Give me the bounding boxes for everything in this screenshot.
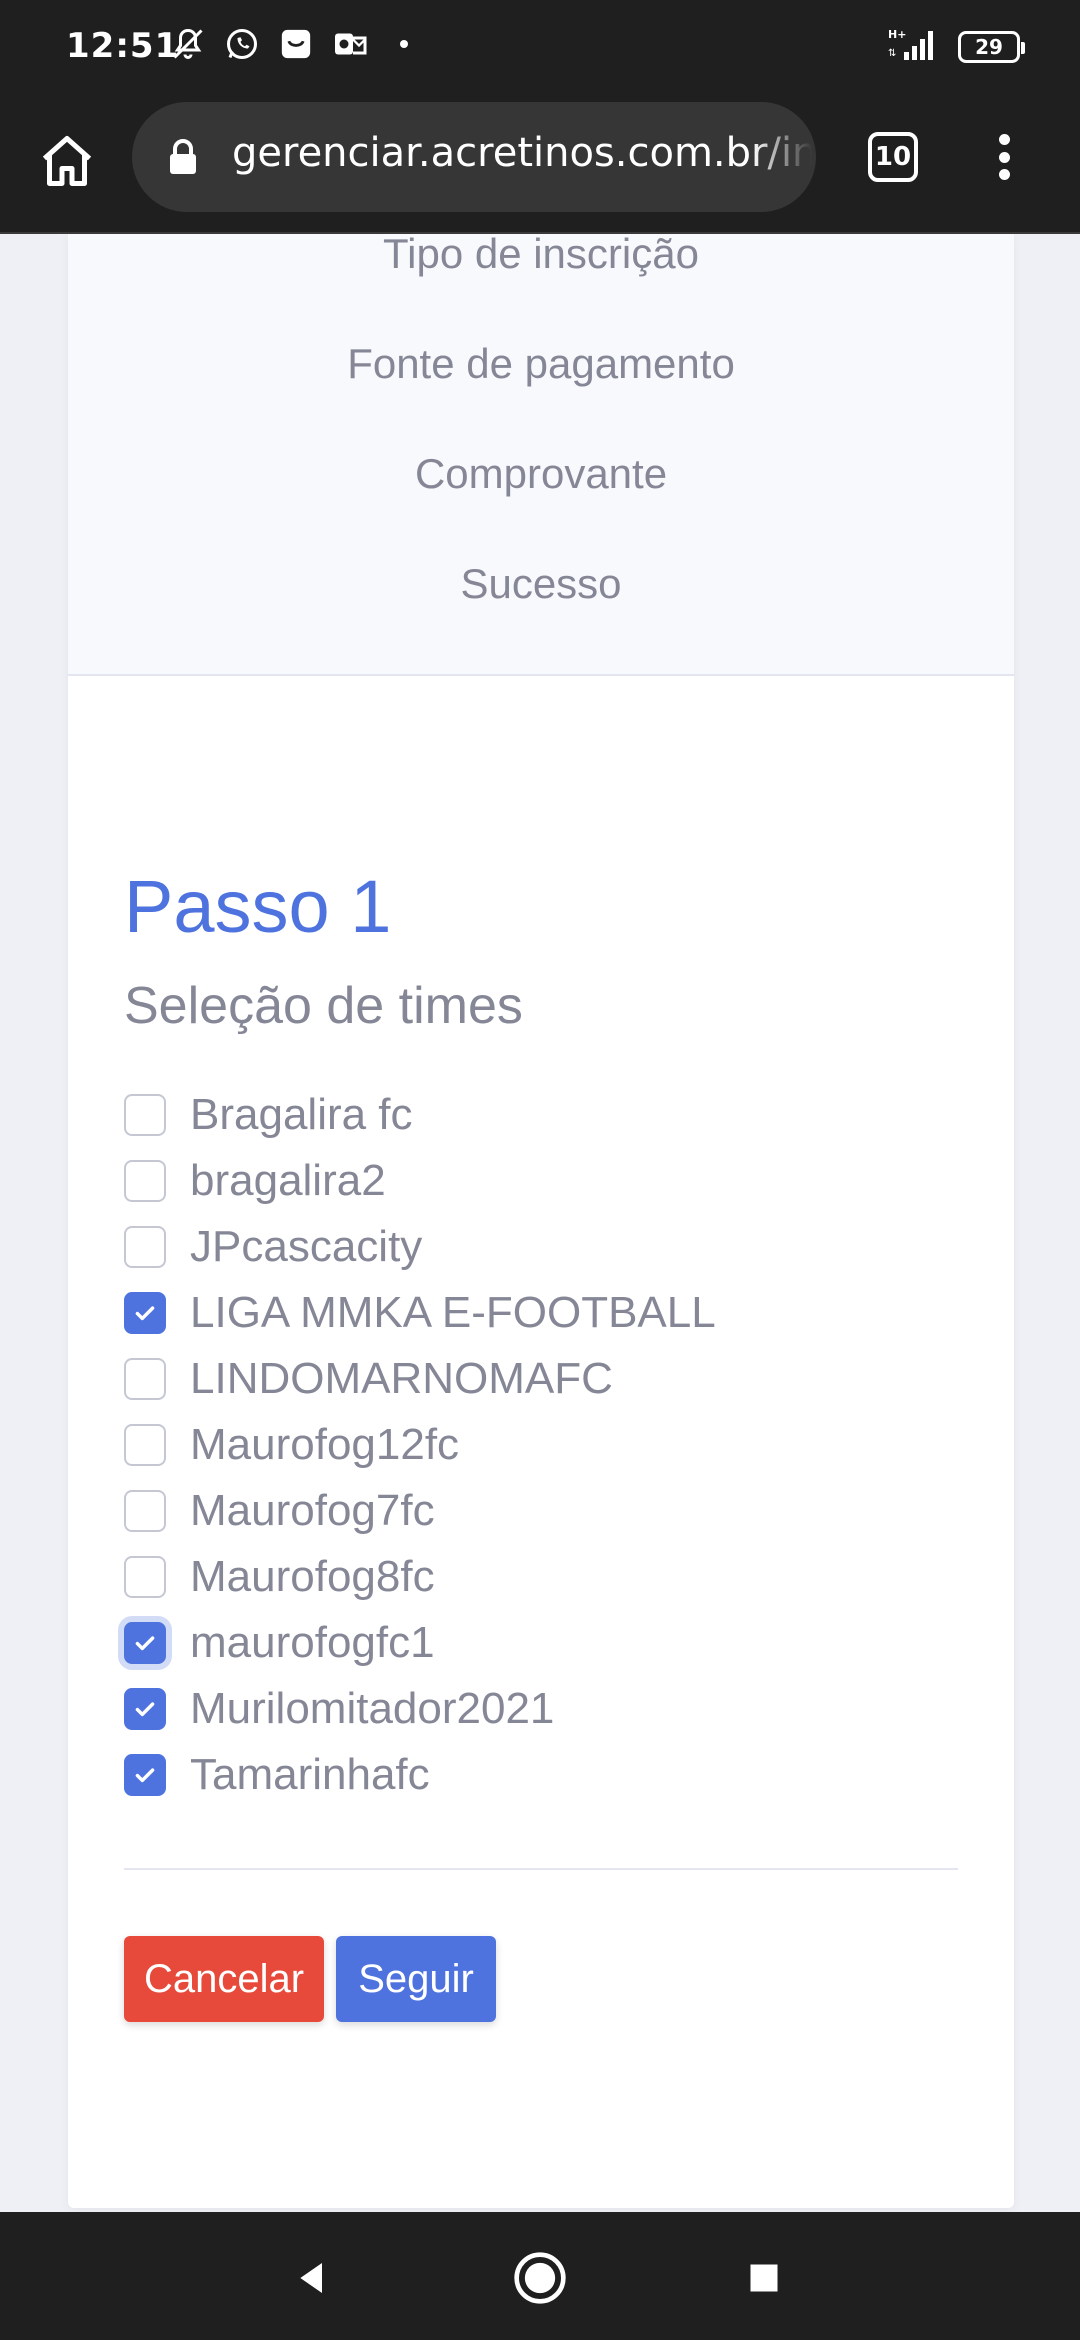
team-checkbox[interactable] <box>124 1160 166 1202</box>
web-page: Tipo de inscrição Fonte de pagamento Com… <box>0 234 1080 2212</box>
team-label[interactable]: Murilomitador2021 <box>190 1684 554 1734</box>
team-label[interactable]: Maurofog7fc <box>190 1486 435 1536</box>
team-label[interactable]: LIGA MMKA E-FOOTBALL <box>190 1288 716 1338</box>
team-checkbox-row[interactable]: LINDOMARNOMAFC <box>124 1346 944 1412</box>
menu-dot-icon <box>998 134 1010 145</box>
address-bar[interactable]: gerenciar.acretinos.com.br/in <box>132 102 816 212</box>
dot-icon <box>384 24 424 64</box>
team-checkbox[interactable] <box>124 1094 166 1136</box>
back-button[interactable] <box>284 2250 340 2306</box>
team-label[interactable]: JPcascacity <box>190 1222 422 1272</box>
team-checkbox-row[interactable]: Maurofog7fc <box>124 1478 944 1544</box>
step-item-sucesso[interactable]: Sucesso <box>68 560 1014 608</box>
team-checkbox[interactable] <box>124 1226 166 1268</box>
step-title: Passo 1 <box>124 865 392 948</box>
divider <box>124 1868 958 1870</box>
team-checkbox[interactable] <box>124 1424 166 1466</box>
check-icon <box>135 1768 155 1783</box>
team-checkbox[interactable] <box>124 1490 166 1532</box>
battery-icon: 29 <box>958 30 1025 63</box>
back-icon <box>300 2263 322 2293</box>
shopping-icon <box>276 24 316 64</box>
team-checkbox-row[interactable]: Maurofog8fc <box>124 1544 944 1610</box>
outlook-icon <box>330 24 370 64</box>
step-item-comprovante[interactable]: Comprovante <box>68 450 1014 498</box>
status-bar: 12:51 H+ ⇅ 29 <box>0 0 1080 98</box>
cancel-button[interactable]: Cancelar <box>124 1936 324 2022</box>
team-checkbox-row[interactable]: JPcascacity <box>124 1214 944 1280</box>
check-icon <box>135 1306 155 1321</box>
tab-switcher-button[interactable]: 10 <box>868 132 918 182</box>
team-label[interactable]: Tamarinhafc <box>190 1750 430 1800</box>
team-label[interactable]: Bragalira fc <box>190 1090 413 1140</box>
svg-text:⇅: ⇅ <box>888 48 896 59</box>
team-label[interactable]: maurofogfc1 <box>190 1618 435 1668</box>
step-list: Tipo de inscrição Fonte de pagamento Com… <box>68 234 1014 676</box>
home-circle-icon <box>514 2252 566 2304</box>
team-label[interactable]: bragalira2 <box>190 1156 386 1206</box>
next-button[interactable]: Seguir <box>336 1936 496 2022</box>
lock-icon <box>170 139 196 174</box>
team-checkbox-row[interactable]: LIGA MMKA E-FOOTBALL <box>124 1280 944 1346</box>
status-time: 12:51 <box>66 26 180 66</box>
team-checkbox-row[interactable]: Maurofog12fc <box>124 1412 944 1478</box>
team-checkbox[interactable] <box>124 1754 166 1796</box>
team-checkbox[interactable] <box>124 1292 166 1334</box>
home-icon <box>42 136 92 186</box>
menu-dot-icon <box>998 151 1010 163</box>
signal-icon: H+ ⇅ <box>886 26 944 67</box>
step-item-tipo-inscricao[interactable]: Tipo de inscrição <box>68 234 1014 278</box>
team-checkbox-row[interactable]: Tamarinhafc <box>124 1742 944 1808</box>
team-checkbox[interactable] <box>124 1688 166 1730</box>
team-checkbox[interactable] <box>124 1556 166 1598</box>
recents-icon <box>750 2264 778 2292</box>
team-checkbox-row[interactable]: Murilomitador2021 <box>124 1676 944 1742</box>
home-button[interactable] <box>34 128 100 194</box>
menu-dot-icon <box>998 169 1010 180</box>
mute-icon <box>168 24 208 64</box>
check-icon <box>135 1702 155 1717</box>
home-nav-button[interactable] <box>512 2250 568 2306</box>
svg-text:H+: H+ <box>888 28 906 41</box>
step-item-fonte-pagamento[interactable]: Fonte de pagamento <box>68 340 1014 388</box>
team-label[interactable]: LINDOMARNOMAFC <box>190 1354 613 1404</box>
team-checkbox-row[interactable]: bragalira2 <box>124 1148 944 1214</box>
check-icon <box>135 1636 155 1651</box>
whatsapp-icon <box>222 24 262 64</box>
recents-button[interactable] <box>736 2250 792 2306</box>
team-checkbox-row[interactable]: maurofogfc1 <box>124 1610 944 1676</box>
navigation-bar <box>0 2212 1080 2340</box>
step-subtitle: Seleção de times <box>124 977 523 1035</box>
team-checkbox[interactable] <box>124 1358 166 1400</box>
url-text: gerenciar.acretinos.com.br/in <box>232 130 812 176</box>
team-checkbox-row[interactable]: Bragalira fc <box>124 1082 944 1148</box>
system-icons: H+ ⇅ 29 <box>886 26 1025 67</box>
browser-toolbar: gerenciar.acretinos.com.br/in 10 <box>0 98 1080 234</box>
team-label[interactable]: Maurofog12fc <box>190 1420 459 1470</box>
team-label[interactable]: Maurofog8fc <box>190 1552 435 1602</box>
team-checkbox[interactable] <box>124 1622 166 1664</box>
registration-card: Tipo de inscrição Fonte de pagamento Com… <box>68 234 1014 2208</box>
notification-icons <box>168 24 424 64</box>
browser-menu-button[interactable] <box>980 124 1028 190</box>
